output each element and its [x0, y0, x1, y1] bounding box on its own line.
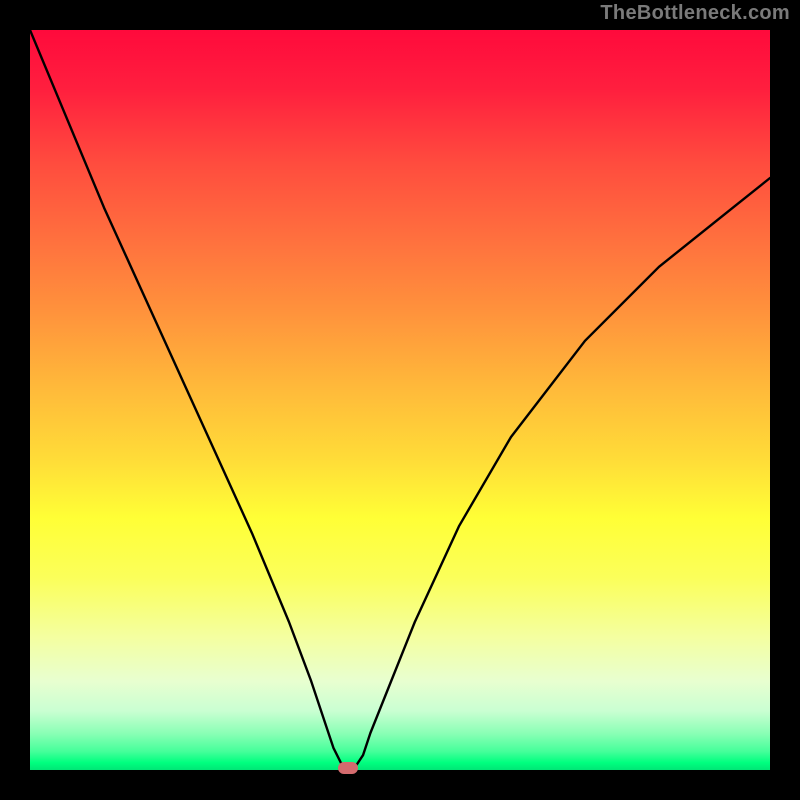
optimal-marker — [338, 762, 358, 774]
chart-frame: TheBottleneck.com — [0, 0, 800, 800]
plot-area — [30, 30, 770, 770]
bottleneck-curve — [30, 30, 770, 770]
watermark-text: TheBottleneck.com — [600, 2, 790, 25]
curve-path — [30, 30, 770, 770]
